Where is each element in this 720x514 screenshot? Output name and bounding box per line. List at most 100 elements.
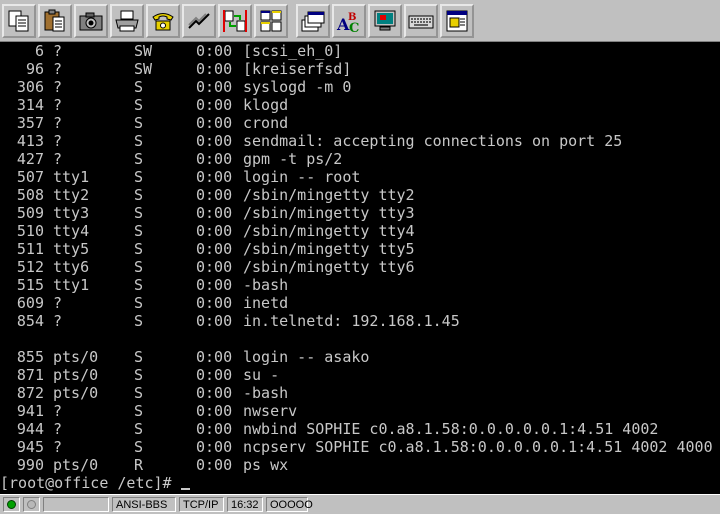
process-pid: 854 — [16, 312, 44, 330]
display-settings-button[interactable] — [368, 3, 402, 38]
process-time: 0:00 — [196, 168, 233, 186]
process-row: 855 pts/0 S 0:00 login -- asako — [0, 348, 720, 366]
process-row: 944? S 0:00 nwbind SOPHIE c0.a8.1.58:0.0.0.… — [0, 420, 720, 438]
process-tty: ? — [53, 42, 63, 60]
process-pid: 508 — [16, 186, 44, 204]
process-pid: 871 — [16, 366, 44, 384]
process-command: login -- asako — [243, 348, 370, 366]
process-command: klogd — [243, 96, 289, 114]
process-stat: S — [134, 438, 144, 456]
process-pid: 357 — [16, 114, 44, 132]
process-time: 0:00 — [196, 96, 233, 114]
process-stat: S — [134, 168, 144, 186]
process-stat: S — [134, 312, 144, 330]
keyboard-button[interactable] — [404, 3, 438, 38]
capture-button[interactable] — [74, 3, 108, 38]
process-tty: tty3 — [53, 204, 90, 222]
process-tty: ? — [53, 312, 63, 330]
process-pid: 945 — [16, 438, 44, 456]
process-row: 511 tty5 S 0:00/sbin/mingetty tty5 — [0, 240, 720, 258]
process-time: 0:00 — [196, 114, 233, 132]
process-stat: S — [134, 258, 144, 276]
process-command: crond — [243, 114, 289, 132]
process-command: gpm -t ps/2 — [243, 150, 343, 168]
dial-button[interactable] — [146, 3, 180, 38]
process-stat: S — [134, 402, 144, 420]
process-row: 507 tty1 S 0:00 login -- root — [0, 168, 720, 186]
process-pid: 413 — [16, 132, 44, 150]
hangup-button[interactable] — [182, 3, 216, 38]
process-pid: 941 — [16, 402, 44, 420]
process-row: 609? S 0:00 inetd — [0, 294, 720, 312]
process-tty: pts/0 — [53, 456, 99, 474]
process-time: 0:00 — [196, 78, 233, 96]
process-row: 314? S 0:00 klogd — [0, 96, 720, 114]
print-button[interactable] — [110, 3, 144, 38]
process-command: ncpserv SOPHIE c0.a8.1.58:0.0.0.0.0.1:4.… — [243, 438, 713, 456]
process-command: /sbin/mingetty tty5 — [243, 240, 415, 258]
process-stat: S — [134, 348, 144, 366]
cascade-windows-button[interactable] — [296, 3, 330, 38]
process-tty: ? — [53, 114, 63, 132]
process-stat: S — [134, 276, 144, 294]
process-tty: tty2 — [53, 186, 90, 204]
process-row: 515 tty1 S 0:00 -bash — [0, 276, 720, 294]
process-command: /sbin/mingetty tty3 — [243, 204, 415, 222]
svg-text:C: C — [349, 21, 359, 34]
process-command: /sbin/mingetty tty4 — [243, 222, 415, 240]
process-time: 0:00 — [196, 312, 233, 330]
notepad-icon — [446, 10, 468, 31]
process-command: [kreiserfsd] — [243, 60, 352, 78]
terminal-screen[interactable]: 6? SW 0:00 [scsi_eh_0] 96? SW 0:00 [kreiserfsd]… — [0, 42, 720, 494]
process-command: -bash — [243, 384, 289, 402]
command-prompt[interactable]: [root@office /etc]# — [0, 474, 190, 492]
process-tty: pts/0 — [53, 348, 99, 366]
process-command: sendmail: accepting connections on port … — [243, 132, 623, 150]
copy-button[interactable] — [2, 3, 36, 38]
online-led-icon — [7, 500, 16, 509]
process-row: 941? S 0:00 nwserv — [0, 402, 720, 420]
process-stat: S — [134, 384, 144, 402]
offline-led-icon — [27, 500, 36, 509]
tile-windows-button[interactable] — [254, 3, 288, 38]
process-tty: ? — [53, 60, 63, 78]
notepad-button[interactable] — [440, 3, 474, 38]
process-pid: 509 — [16, 204, 44, 222]
process-tty: ? — [53, 402, 63, 420]
process-time: 0:00 — [196, 132, 233, 150]
process-pid: 314 — [16, 96, 44, 114]
toolbar: A B C — [0, 0, 720, 42]
process-stat: S — [134, 204, 144, 222]
spellcheck-button[interactable]: A B C — [332, 3, 366, 38]
status-bar: ANSI-BBS TCP/IP 16:32 OOOOO — [0, 494, 720, 514]
process-time: 0:00 — [196, 60, 233, 78]
copy-icon — [8, 10, 29, 31]
process-row: 427? S 0:00 gpm -t ps/2 — [0, 150, 720, 168]
process-time: 0:00 — [196, 222, 233, 240]
process-pid: 96 — [25, 60, 44, 78]
prompt-text: [root@office /etc]# — [0, 474, 172, 492]
process-stat: S — [134, 366, 144, 384]
process-row: 512 tty6 S 0:00/sbin/mingetty tty6 — [0, 258, 720, 276]
process-pid: 872 — [16, 384, 44, 402]
process-stat: S — [134, 150, 144, 168]
process-time: 0:00 — [196, 402, 233, 420]
process-time: 0:00 — [196, 366, 233, 384]
process-row: 945? S 0:00 ncpserv SOPHIE c0.a8.1.58:0.0.0… — [0, 438, 720, 456]
transfer-button[interactable] — [218, 3, 252, 38]
process-time: 0:00 — [196, 420, 233, 438]
process-pid: 855 — [16, 348, 44, 366]
process-stat: S — [134, 186, 144, 204]
process-time: 0:00 — [196, 294, 233, 312]
phone-icon — [152, 12, 174, 30]
process-pid: 306 — [16, 78, 44, 96]
process-pid: 944 — [16, 420, 44, 438]
process-command: syslogd -m 0 — [243, 78, 352, 96]
paste-icon — [44, 9, 65, 31]
process-row: 871 pts/0 S 0:00 su - — [0, 366, 720, 384]
process-time: 0:00 — [196, 42, 233, 60]
process-row: 357? S 0:00 crond — [0, 114, 720, 132]
process-pid: 609 — [16, 294, 44, 312]
paste-button[interactable] — [38, 3, 72, 38]
process-tty: ? — [53, 132, 63, 150]
